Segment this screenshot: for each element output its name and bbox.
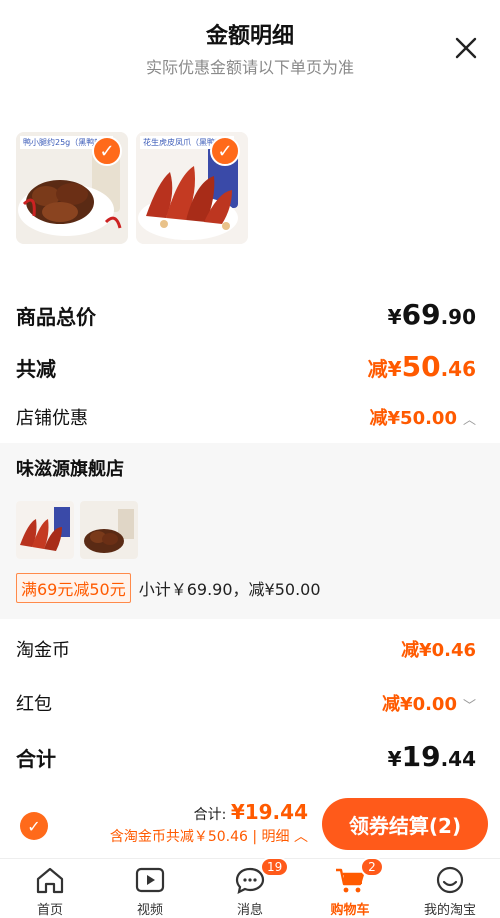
promo-line: 满69元减50元 小计￥69.90，减¥50.00 — [16, 573, 321, 603]
total-discount-label: 共减 — [16, 357, 56, 381]
sum-value: ¥19.44 — [387, 740, 476, 773]
redpacket-row[interactable]: 红包 减¥0.00 ﹀ — [16, 690, 476, 716]
close-icon[interactable] — [452, 34, 480, 62]
checkout-bar: ✓ 合计: ¥19.44 含淘金币共减￥50.46 | 明细 ︿ 领券结算(2) — [0, 792, 500, 856]
shop-discount-value: 减¥50.00 ︿ — [369, 408, 476, 429]
chevron-down-icon[interactable]: ﹀ — [463, 695, 476, 714]
promo-subtotal: 小计￥69.90，减¥50.00 — [138, 580, 321, 599]
header: 金额明细 实际优惠金额请以下单页为准 — [0, 0, 500, 90]
select-all-check-icon[interactable]: ✓ — [20, 812, 48, 840]
page-subtitle: 实际优惠金额请以下单页为准 — [145, 58, 354, 77]
page-title: 金额明细 — [205, 24, 294, 49]
video-icon — [135, 867, 165, 893]
coins-label: 淘金币 — [16, 640, 70, 661]
bottom-total-label: 合计: — [193, 807, 227, 823]
tab-home[interactable]: 首页 — [0, 859, 100, 918]
checkout-button[interactable]: 领券结算(2) — [322, 798, 488, 850]
chevron-up-icon: ︿ — [294, 829, 308, 845]
shop-discount-row[interactable]: 店铺优惠 减¥50.00 ︿ — [16, 404, 476, 430]
product-mini-thumbnail — [16, 501, 74, 559]
coins-row: 淘金币 减¥0.46 — [16, 636, 476, 662]
redpacket-label: 红包 — [16, 694, 52, 715]
tab-cart[interactable]: 2 购物车 — [300, 857, 400, 918]
cart-badge: 2 — [360, 857, 384, 877]
total-discount-value: 减¥50.46 — [367, 350, 476, 383]
promo-tag: 满69元减50元 — [16, 573, 131, 603]
chevron-up-icon[interactable]: ︿ — [463, 409, 476, 428]
shop-discount-label: 店铺优惠 — [16, 408, 88, 429]
bottom-total: 合计: ¥19.44 含淘金币共减￥50.46 | 明细 ︿ — [110, 800, 308, 846]
tab-video[interactable]: 视频 — [100, 859, 200, 918]
coins-value: 减¥0.46 — [401, 640, 476, 661]
total-discount-row: 共减 减¥50.46 — [16, 350, 476, 383]
bottom-detail-link[interactable]: 含淘金币共减￥50.46 | 明细 ︿ — [110, 826, 308, 846]
goods-total-value: ¥69.90 — [387, 298, 476, 331]
sum-row: 合计 ¥19.44 — [16, 740, 476, 773]
message-badge: 19 — [260, 857, 290, 877]
check-icon[interactable]: ✓ — [92, 136, 122, 166]
check-icon[interactable]: ✓ — [210, 136, 240, 166]
goods-total-row: 商品总价 ¥69.90 — [16, 298, 476, 331]
tab-bar: 首页 视频 19 消息 2 购物车 我的淘宝 — [0, 857, 500, 918]
redpacket-value: 减¥0.00 ﹀ — [382, 694, 476, 715]
goods-total-label: 商品总价 — [16, 305, 96, 329]
tab-messages[interactable]: 19 消息 — [200, 857, 300, 918]
home-icon — [36, 867, 64, 894]
profile-icon — [436, 866, 464, 894]
shop-name: 味滋源旗舰店 — [16, 459, 124, 480]
bottom-total-value: ¥19.44 — [230, 800, 308, 824]
product-mini-thumbnail — [80, 501, 138, 559]
tab-profile[interactable]: 我的淘宝 — [400, 859, 500, 918]
shop-section: 味滋源旗舰店 满69元减50元 小计￥69.90，减¥50.00 — [0, 443, 500, 619]
sum-label: 合计 — [16, 747, 56, 771]
